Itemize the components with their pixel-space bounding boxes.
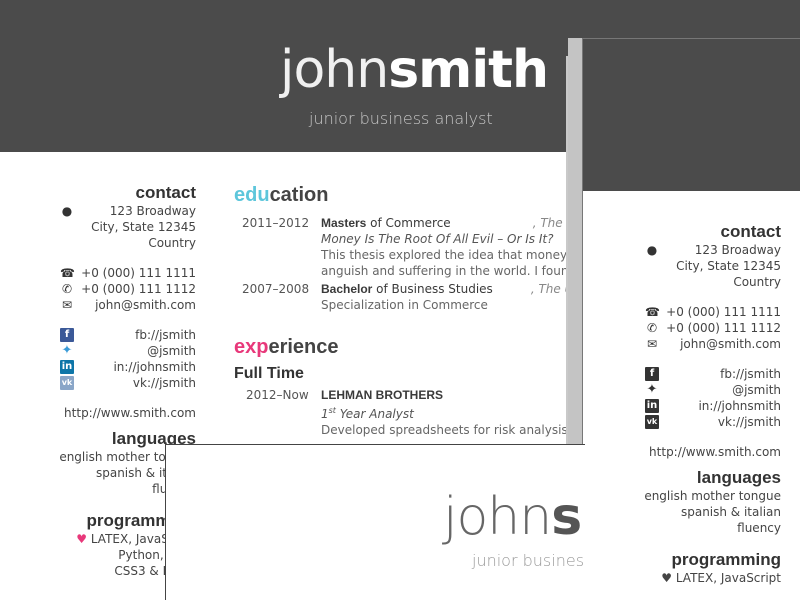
phone: +0 (000) 111 1111	[666, 305, 781, 319]
email-link[interactable]: john@smith.com	[95, 298, 196, 312]
languages-line3: fluency	[737, 521, 781, 535]
mobile: +0 (000) 111 1112	[666, 321, 781, 335]
map-marker-icon: ●	[61, 204, 73, 218]
programming-line1: LATEX, JavaScript	[675, 571, 781, 585]
envelope-icon: ✉	[646, 337, 658, 351]
header-band	[583, 39, 800, 191]
resume-title: junior business analyst	[472, 551, 585, 570]
envelope-icon: ✉	[61, 298, 73, 312]
languages-line1: english mother tongue	[644, 489, 781, 503]
twitter-link[interactable]: @jsmith	[732, 383, 781, 397]
vk-link[interactable]: vk://jsmith	[133, 376, 196, 390]
heart-icon: ♥	[661, 571, 673, 585]
phone-icon: ☎	[60, 266, 75, 280]
languages-heading: languages	[696, 468, 781, 487]
programming-heading: programming	[671, 550, 781, 569]
experience-heading: experience	[234, 336, 339, 358]
linkedin-link[interactable]: in://johnsmith	[113, 360, 196, 374]
address-line3: Country	[148, 236, 196, 250]
education-date: 2007–2008	[242, 282, 310, 296]
facebook-icon: f	[645, 367, 659, 381]
website-link[interactable]: http://www.smith.com	[6, 405, 196, 421]
address-line1: 123 Broadway	[109, 204, 196, 218]
website-link[interactable]: http://www.smith.com	[591, 444, 781, 460]
contact-heading: contact	[135, 183, 196, 202]
phone-icon: ☎	[645, 305, 660, 319]
experience-date: 2012–Now	[246, 388, 309, 402]
contact-heading: contact	[720, 222, 781, 241]
full-time-heading: Full Time	[234, 365, 304, 382]
heart-icon: ♥	[76, 532, 88, 546]
resume-page-right: contact ● 123 Broadway City, State 12345 …	[582, 38, 800, 600]
resume-name: johnsmith	[443, 487, 585, 547]
address-line1: 123 Broadway	[694, 243, 781, 257]
facebook-link[interactable]: fb://jsmith	[135, 328, 196, 342]
address-line2: City, State 12345	[91, 220, 196, 234]
twitter-icon: ✦	[61, 343, 73, 358]
experience-entry: 2012–Now LEHMAN BROTHERS 1st Year Analys…	[246, 388, 598, 437]
mobile-icon: ✆	[61, 282, 73, 296]
address-line2: City, State 12345	[676, 259, 781, 273]
facebook-link[interactable]: fb://jsmith	[720, 367, 781, 381]
vk-icon: vk	[60, 376, 74, 390]
education-entry: 2011–2012 Masters of Commerce, The Univ …	[242, 216, 594, 278]
main-column: education 2011–2012 Masters of Commerce,…	[234, 183, 598, 438]
vk-link[interactable]: vk://jsmith	[718, 415, 781, 429]
mobile-icon: ✆	[646, 321, 658, 335]
mobile: +0 (000) 111 1112	[81, 282, 196, 296]
email-link[interactable]: john@smith.com	[680, 337, 781, 351]
linkedin-icon: in	[60, 360, 74, 374]
map-marker-icon: ●	[646, 243, 658, 257]
education-date: 2011–2012	[242, 216, 310, 230]
resume-page-bottom: johnsmith junior business analyst	[165, 444, 585, 600]
education-heading: education	[234, 184, 329, 206]
education-entry: 2007–2008 Bachelor of Business Studies, …	[242, 282, 592, 312]
linkedin-link[interactable]: in://johnsmith	[698, 399, 781, 413]
twitter-icon: ✦	[646, 382, 658, 397]
linkedin-icon: in	[645, 399, 659, 413]
languages-line2: spanish & italian	[680, 505, 781, 519]
resume-title: junior business analyst	[309, 109, 493, 128]
vk-icon: vk	[645, 415, 659, 429]
resume-name: johnsmith	[280, 40, 549, 100]
address-line3: Country	[733, 275, 781, 289]
phone: +0 (000) 111 1111	[81, 266, 196, 280]
facebook-icon: f	[60, 328, 74, 342]
twitter-link[interactable]: @jsmith	[147, 344, 196, 358]
sidebar: contact ● 123 Broadway City, State 12345 …	[591, 222, 781, 586]
